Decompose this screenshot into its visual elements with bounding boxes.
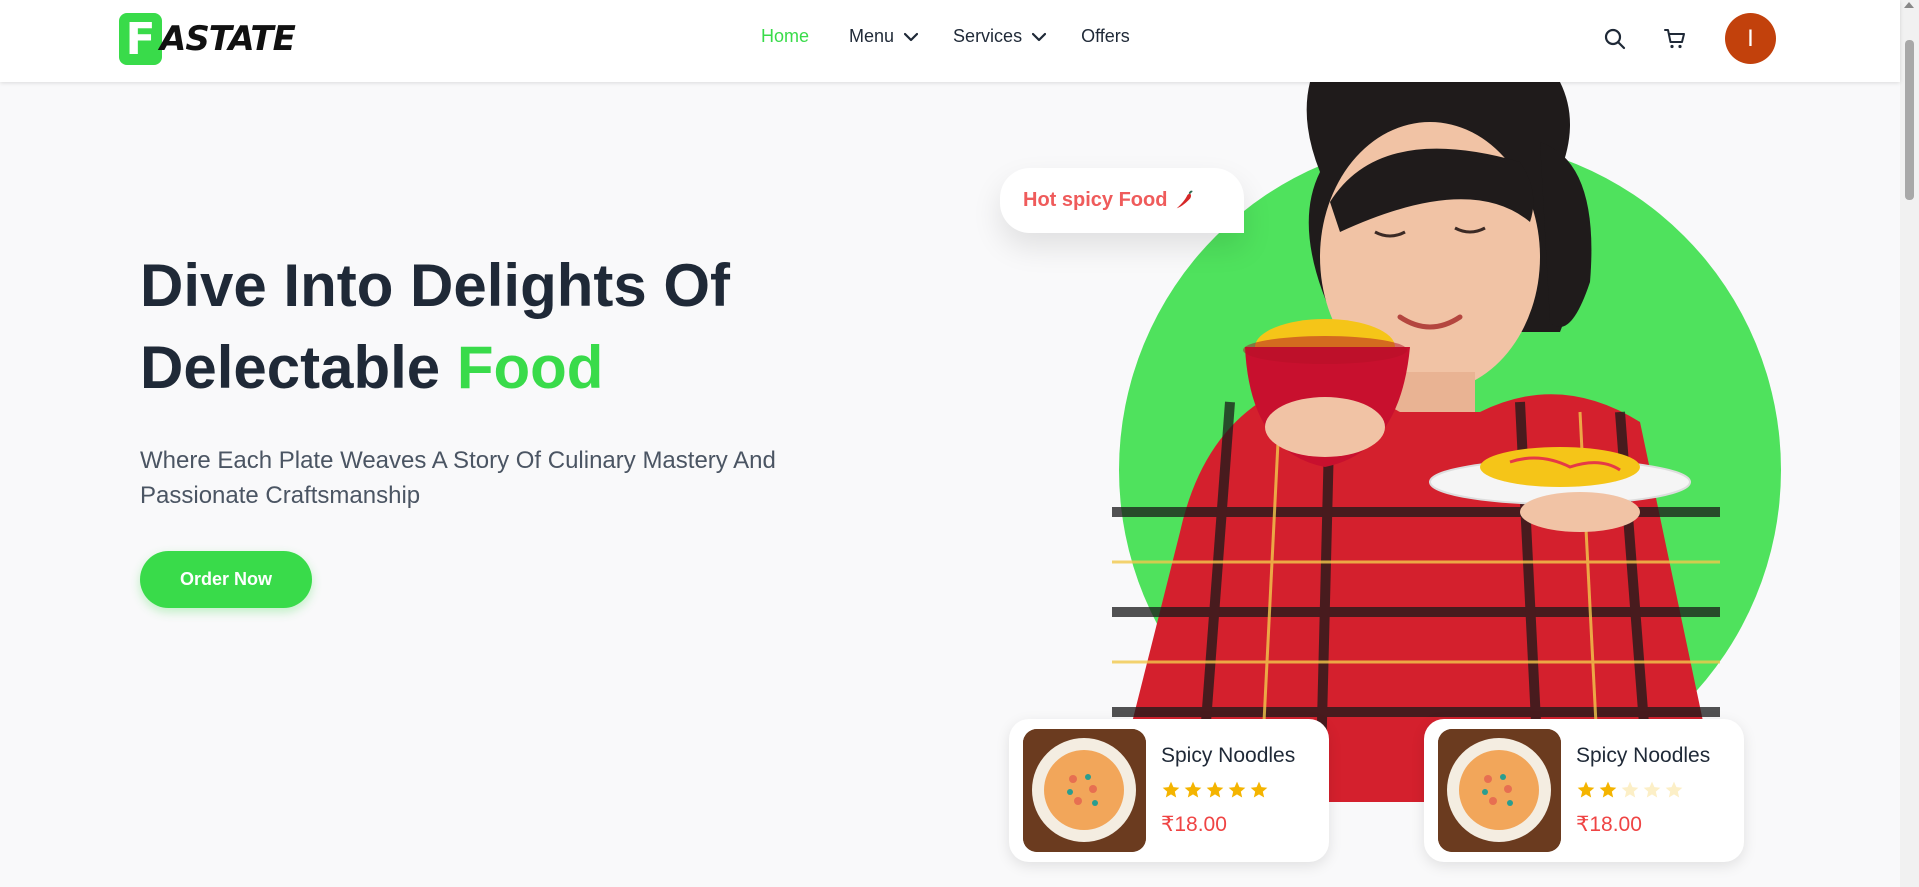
hero-title-line2: Delectable <box>140 334 457 401</box>
nav-services[interactable]: Services <box>953 26 1047 47</box>
hero-title-highlight: Food <box>456 334 604 401</box>
scroll-up-icon[interactable] <box>1904 2 1914 8</box>
bubble-text: Hot spicy Food <box>1023 189 1168 211</box>
cart-button[interactable] <box>1660 24 1690 54</box>
nav-menu[interactable]: Menu <box>849 26 919 47</box>
main-nav: Home Menu Services Offers <box>761 26 1130 47</box>
hero-subtitle: Where Each Plate Weaves A Story Of Culin… <box>140 447 776 509</box>
nav-menu-label: Menu <box>849 26 895 46</box>
product-image <box>1438 729 1561 852</box>
product-info: Spicy Noodles ₹18.00 <box>1576 744 1710 837</box>
star-filled-icon <box>1599 781 1617 798</box>
logo-text: ASTATE <box>160 19 296 59</box>
star-rating <box>1161 780 1295 800</box>
user-avatar[interactable]: I <box>1725 13 1776 64</box>
product-image <box>1023 729 1146 852</box>
chevron-down-icon <box>1032 32 1047 41</box>
star-empty-icon <box>1643 781 1661 798</box>
product-card[interactable]: Spicy Noodles ₹18.00 <box>1424 719 1744 862</box>
search-icon <box>1604 28 1626 50</box>
search-button[interactable] <box>1600 24 1630 54</box>
scrollbar-thumb[interactable] <box>1905 40 1914 200</box>
product-info: Spicy Noodles ₹18.00 <box>1161 744 1295 837</box>
hero-title: Dive Into Delights Of Delectable Food <box>140 245 940 409</box>
logo-mark: F <box>119 13 162 65</box>
nav-home[interactable]: Home <box>761 26 809 47</box>
brand-logo[interactable]: F ASTATE <box>119 13 296 65</box>
product-card[interactable]: Spicy Noodles ₹18.00 <box>1009 719 1329 862</box>
star-empty-icon <box>1665 781 1683 798</box>
cart-icon <box>1664 29 1685 49</box>
hot-spicy-bubble: Hot spicy Food <box>1000 168 1244 233</box>
nav-services-label: Services <box>953 26 1023 46</box>
star-filled-icon <box>1184 781 1202 798</box>
chili-icon <box>1177 190 1194 208</box>
chevron-down-icon <box>904 32 919 41</box>
page-scrollbar[interactable] <box>1900 0 1919 887</box>
star-filled-icon <box>1250 781 1268 798</box>
product-price: ₹18.00 <box>1161 813 1227 836</box>
product-price: ₹18.00 <box>1576 813 1642 836</box>
order-now-button[interactable]: Order Now <box>140 551 312 608</box>
hero-title-line1: Dive Into Delights Of <box>140 252 731 319</box>
star-empty-icon <box>1621 781 1639 798</box>
nav-offers[interactable]: Offers <box>1081 26 1130 47</box>
star-filled-icon <box>1162 781 1180 798</box>
star-filled-icon <box>1206 781 1224 798</box>
site-header: F ASTATE Home Menu Services Offers I <box>0 0 1900 82</box>
star-filled-icon <box>1577 781 1595 798</box>
product-name: Spicy Noodles <box>1576 744 1711 767</box>
star-rating <box>1576 780 1710 800</box>
star-filled-icon <box>1228 781 1246 798</box>
product-name: Spicy Noodles <box>1161 744 1296 767</box>
